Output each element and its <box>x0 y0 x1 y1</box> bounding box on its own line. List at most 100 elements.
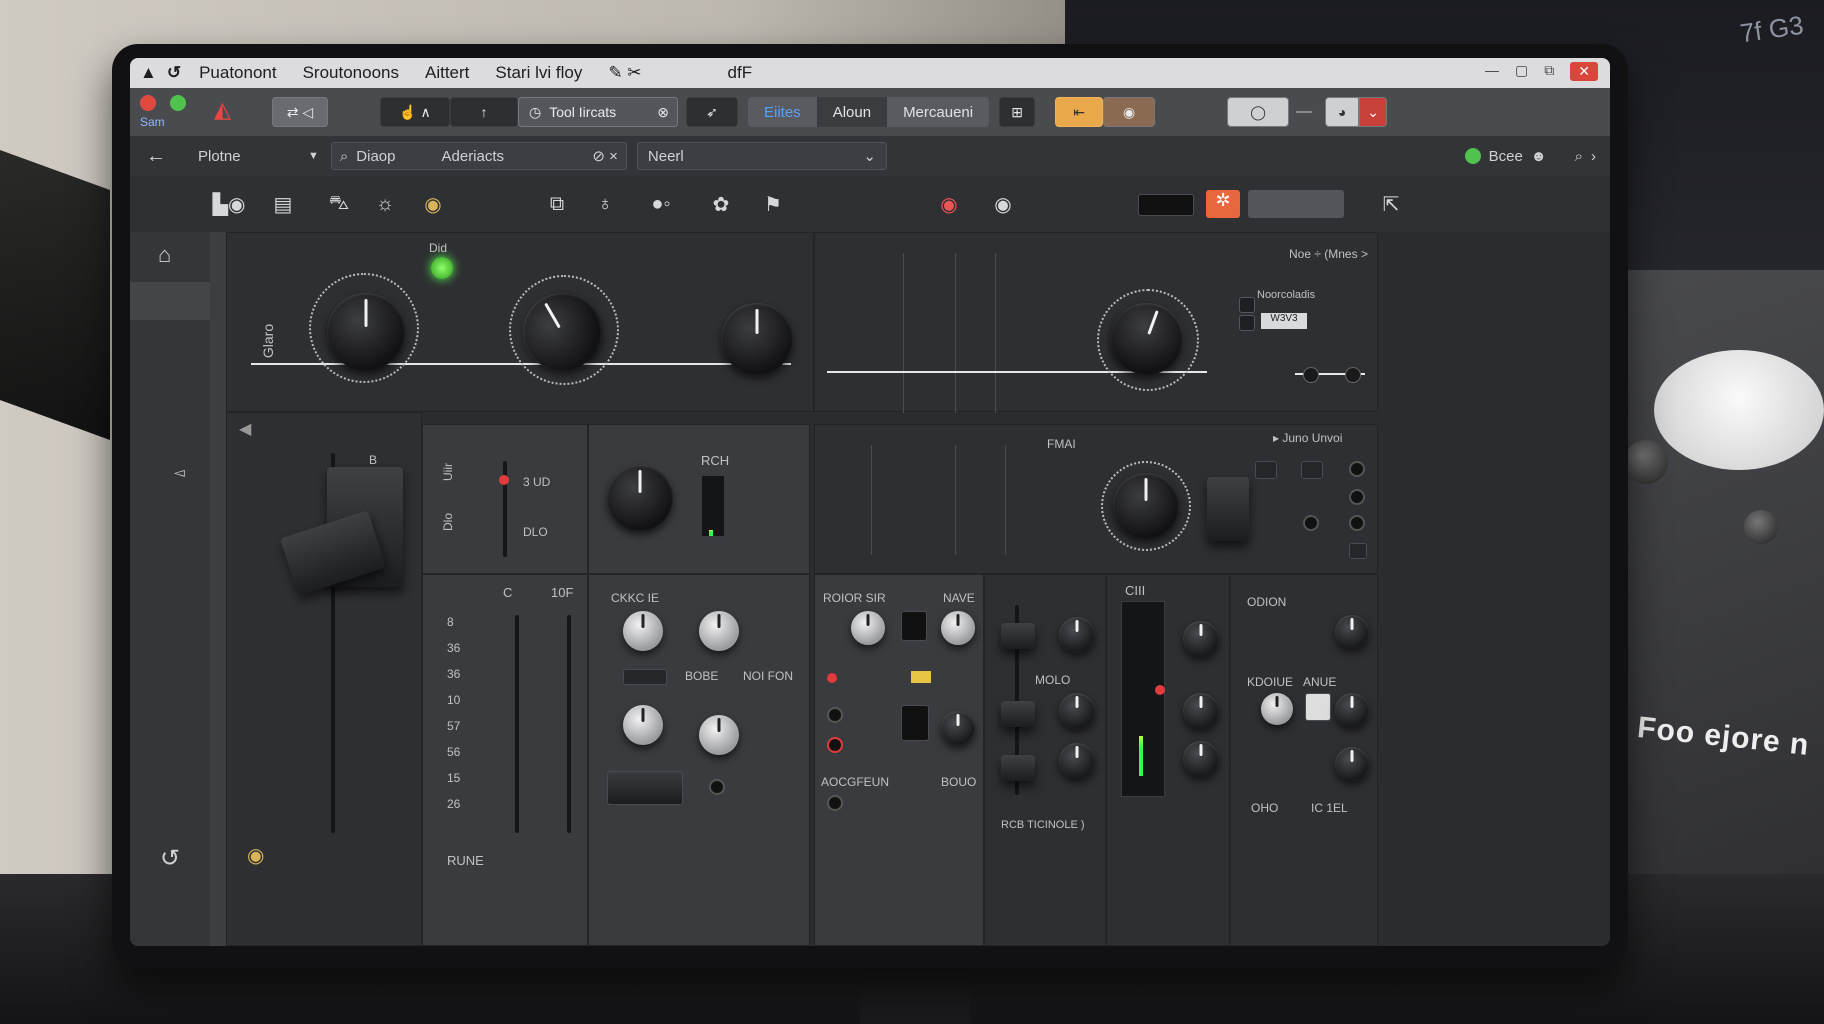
sun-icon[interactable]: ☼ <box>372 191 398 217</box>
tab-album[interactable]: Aloun <box>816 97 888 127</box>
menu-item-1[interactable]: Sroutonoons <box>303 63 399 83</box>
up-arrow-button[interactable]: ↑ <box>450 97 518 127</box>
menu-item-3[interactable]: Stari lvi floy <box>495 63 582 83</box>
strip5-knob-4[interactable] <box>1335 747 1369 781</box>
close-dot[interactable] <box>140 95 156 111</box>
menu-item-2[interactable]: Aittert <box>425 63 469 83</box>
flip-button[interactable]: ⇄ ◁ <box>272 97 328 127</box>
fmai-knob[interactable] <box>1113 473 1179 539</box>
strip3-knob-2[interactable] <box>1059 693 1095 729</box>
preset-select[interactable]: Neerl ⌄ <box>636 142 887 170</box>
strip2-jack-3[interactable] <box>827 795 843 811</box>
restore-icon[interactable]: ▢ <box>1515 62 1528 81</box>
back-arrow-icon[interactable]: ↺ <box>167 63 181 83</box>
red-knob-icon[interactable]: ◉ <box>936 191 962 217</box>
meter-button[interactable] <box>1248 190 1344 218</box>
back-button[interactable]: ← <box>146 145 166 168</box>
undo-icon[interactable]: ↺ <box>160 844 180 873</box>
strip1-switch[interactable] <box>623 669 667 685</box>
strip1-knob-1[interactable] <box>623 611 663 651</box>
strip3-knob-1[interactable] <box>1059 617 1095 653</box>
juno-jack-1[interactable] <box>1349 461 1365 477</box>
eq-high-knob[interactable] <box>721 303 793 375</box>
search-tool-icon[interactable]: ⌕ <box>1575 148 1583 165</box>
juno-button-2[interactable] <box>1301 461 1323 479</box>
reverb-knob[interactable] <box>607 465 673 531</box>
juno-jack-4[interactable] <box>1349 515 1365 531</box>
pointer-tool-button[interactable]: ➶ <box>686 97 738 127</box>
gear-icon[interactable]: ✿ <box>708 191 734 217</box>
sidebar-selected-item[interactable] <box>130 282 210 320</box>
car-icon[interactable]: ⛍ <box>326 191 352 217</box>
mini-switch-1[interactable] <box>1239 297 1255 313</box>
mini-slider-handle-2[interactable] <box>1345 367 1361 383</box>
maximize-icon[interactable]: ⧉ <box>1544 62 1554 81</box>
strip1-large-button[interactable] <box>607 771 683 805</box>
strip2-button-2[interactable] <box>901 705 929 741</box>
gold-knob-icon[interactable]: ◉ <box>420 191 446 217</box>
speaker-icon[interactable]: ◅ <box>174 464 185 481</box>
strip2-knob-2[interactable] <box>941 611 975 645</box>
search-bar[interactable]: ⌕ Diaop Aderiacts ⊘ × <box>330 142 627 170</box>
strip1-knob-4[interactable] <box>699 715 739 755</box>
stack-icon[interactable]: ⧉ <box>544 191 570 217</box>
tool-close-icon[interactable]: ⊗ <box>657 104 669 121</box>
strip1-jack[interactable] <box>709 779 725 795</box>
juno-jack-3[interactable] <box>1303 515 1319 531</box>
close-icon[interactable]: ✕ <box>1570 62 1598 81</box>
strip3-knob-3[interactable] <box>1059 743 1095 779</box>
strip5-button[interactable] <box>1305 693 1331 721</box>
user-icon[interactable]: ☻ <box>1531 148 1547 165</box>
strip5-knob-1[interactable] <box>1335 615 1369 649</box>
tool-selector[interactable]: ◷ Tool Iircats ⊗ <box>518 97 678 127</box>
hand-tool-button[interactable]: ☝ ∧ <box>380 97 450 127</box>
strip4-knob-2[interactable] <box>1183 693 1219 729</box>
tab-mixer[interactable]: Mercaueni <box>887 97 989 127</box>
bell-icon[interactable]: ♁ <box>592 191 618 217</box>
juno-button-3[interactable] <box>1349 543 1367 559</box>
strip4-knob-3[interactable] <box>1183 741 1219 777</box>
toggle-icon[interactable]: ●◦ <box>648 191 674 217</box>
strip1-knob-3[interactable] <box>623 705 663 745</box>
project-name[interactable]: Plotne <box>198 148 308 165</box>
home-icon[interactable]: ⌂ <box>158 242 171 268</box>
strip2-knob-1[interactable] <box>851 611 885 645</box>
project-dropdown-icon[interactable]: ▼ <box>308 150 319 162</box>
dark-knob-icon[interactable]: ◉ <box>990 191 1016 217</box>
mode-switch[interactable] <box>1138 194 1194 216</box>
grid-view-button[interactable]: ⊞ <box>999 97 1036 127</box>
strip4-knob-1[interactable] <box>1183 621 1219 657</box>
gain-fader-track[interactable] <box>515 615 519 833</box>
strip2-jack-2[interactable] <box>827 737 843 753</box>
strip5-knob-2[interactable] <box>1261 693 1293 725</box>
strip3-fader-2[interactable] <box>1001 701 1035 727</box>
strip1-knob-2[interactable] <box>699 611 739 651</box>
tuner-button[interactable]: ✲ <box>1206 190 1240 218</box>
strip3-fader-3[interactable] <box>1001 755 1035 781</box>
settings-button[interactable]: ◯ <box>1227 97 1290 127</box>
zoom-dot[interactable] <box>170 95 186 111</box>
value-box[interactable]: W3V3 <box>1261 313 1307 329</box>
export-icon[interactable]: ⇱ <box>1378 191 1404 217</box>
mini-switch-2[interactable] <box>1239 315 1255 331</box>
strip5-knob-3[interactable] <box>1335 693 1369 727</box>
globe-button[interactable]: ◕ <box>1325 97 1360 127</box>
strip2-knob-3[interactable] <box>941 711 975 745</box>
minimize-icon[interactable]: — <box>1485 62 1499 81</box>
mini-slider-handle[interactable] <box>1303 367 1319 383</box>
forward-icon[interactable]: › <box>1591 148 1596 165</box>
clear-search-icon[interactable]: ⊘ × <box>592 147 618 165</box>
tab-edit[interactable]: Eiites <box>748 97 817 127</box>
note-icon[interactable]: ▤ <box>270 191 296 217</box>
record-icon[interactable]: ▙◉ <box>213 191 246 217</box>
flag-icon[interactable]: ⚑ <box>760 191 786 217</box>
fmai-fader[interactable] <box>1207 477 1249 541</box>
juno-jack-2[interactable] <box>1349 489 1365 505</box>
dropdown-button[interactable]: ⌄ <box>1359 97 1388 127</box>
loop-button[interactable]: ⇤ <box>1055 97 1104 127</box>
power-led[interactable] <box>431 257 453 279</box>
gold-dial-icon[interactable]: ◉ <box>247 843 264 868</box>
juno-button-1[interactable] <box>1255 461 1277 479</box>
pen-icon[interactable]: ✎ ✂ <box>608 63 641 83</box>
record-button[interactable]: ◉ <box>1103 97 1156 127</box>
